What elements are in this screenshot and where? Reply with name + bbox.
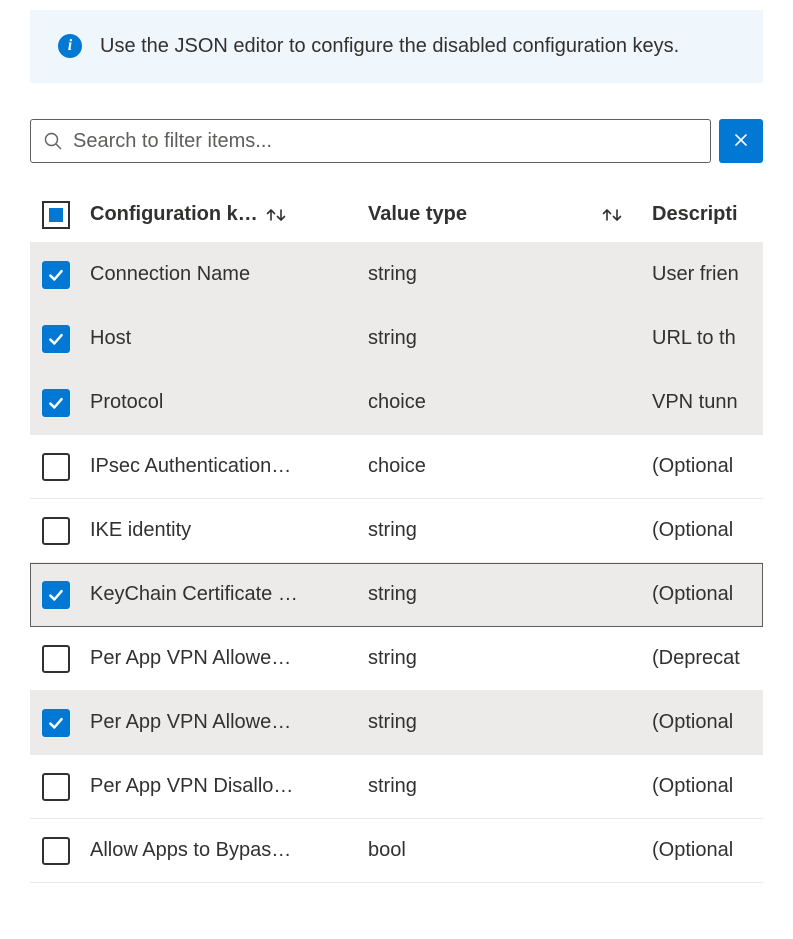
- search-row: [30, 119, 763, 163]
- row-checkbox[interactable]: [42, 261, 70, 289]
- table-row[interactable]: IPsec Authentication…choice(Optional: [30, 435, 763, 499]
- row-checkbox[interactable]: [42, 453, 70, 481]
- cell-description: (Optional: [652, 839, 763, 862]
- info-banner: i Use the JSON editor to configure the d…: [30, 10, 763, 83]
- cell-description: (Deprecat: [652, 647, 763, 670]
- column-header-value-type[interactable]: Value type: [368, 203, 652, 226]
- column-header-label: Configuration k…: [90, 203, 258, 226]
- search-box[interactable]: [30, 119, 711, 163]
- column-header-label: Descripti: [652, 203, 738, 226]
- clear-search-button[interactable]: [719, 119, 763, 163]
- table-row[interactable]: KeyChain Certificate …string(Optional: [30, 563, 763, 627]
- table-row[interactable]: HoststringURL to th: [30, 307, 763, 371]
- table-row[interactable]: Per App VPN Allowe…string(Deprecat: [30, 627, 763, 691]
- table-row[interactable]: IKE identitystring(Optional: [30, 499, 763, 563]
- cell-value-type: string: [368, 583, 652, 606]
- cell-config-key: Per App VPN Allowe…: [90, 647, 368, 670]
- cell-config-key: Per App VPN Allowe…: [90, 711, 368, 734]
- sort-icon: [264, 207, 288, 223]
- cell-value-type: string: [368, 711, 652, 734]
- row-checkbox[interactable]: [42, 389, 70, 417]
- search-icon: [43, 131, 63, 151]
- cell-description: (Optional: [652, 519, 763, 542]
- cell-value-type: bool: [368, 839, 652, 862]
- table-row[interactable]: Connection NamestringUser frien: [30, 243, 763, 307]
- cell-config-key: IKE identity: [90, 519, 368, 542]
- cell-value-type: string: [368, 775, 652, 798]
- cell-description: VPN tunn: [652, 391, 763, 414]
- cell-config-key: Connection Name: [90, 263, 368, 286]
- config-keys-table: Configuration k… Value type Descripti Co…: [30, 187, 763, 883]
- cell-description: (Optional: [652, 775, 763, 798]
- column-header-config-key[interactable]: Configuration k…: [90, 203, 368, 226]
- cell-description: URL to th: [652, 327, 763, 350]
- cell-config-key: KeyChain Certificate …: [90, 583, 368, 606]
- row-checkbox[interactable]: [42, 581, 70, 609]
- close-icon: [733, 132, 749, 151]
- column-header-description[interactable]: Descripti: [652, 203, 763, 226]
- cell-value-type: string: [368, 519, 652, 542]
- info-banner-text: Use the JSON editor to configure the dis…: [100, 32, 679, 61]
- cell-config-key: Allow Apps to Bypas…: [90, 839, 368, 862]
- cell-value-type: string: [368, 647, 652, 670]
- cell-config-key: Protocol: [90, 391, 368, 414]
- select-all-checkbox[interactable]: [42, 201, 70, 229]
- table-row[interactable]: Allow Apps to Bypas…bool(Optional: [30, 819, 763, 883]
- cell-config-key: IPsec Authentication…: [90, 455, 368, 478]
- cell-config-key: Host: [90, 327, 368, 350]
- cell-description: User frien: [652, 263, 763, 286]
- row-checkbox[interactable]: [42, 773, 70, 801]
- column-header-label: Value type: [368, 203, 467, 226]
- row-checkbox[interactable]: [42, 645, 70, 673]
- row-checkbox[interactable]: [42, 837, 70, 865]
- cell-value-type: choice: [368, 391, 652, 414]
- row-checkbox[interactable]: [42, 517, 70, 545]
- cell-value-type: string: [368, 263, 652, 286]
- sort-icon: [600, 207, 624, 223]
- cell-description: (Optional: [652, 455, 763, 478]
- table-row[interactable]: Per App VPN Disallo…string(Optional: [30, 755, 763, 819]
- cell-description: (Optional: [652, 711, 763, 734]
- cell-value-type: choice: [368, 455, 652, 478]
- row-checkbox[interactable]: [42, 709, 70, 737]
- info-icon: i: [58, 34, 82, 58]
- cell-description: (Optional: [652, 583, 763, 606]
- search-input[interactable]: [71, 129, 698, 154]
- cell-config-key: Per App VPN Disallo…: [90, 775, 368, 798]
- table-row[interactable]: ProtocolchoiceVPN tunn: [30, 371, 763, 435]
- table-row[interactable]: Per App VPN Allowe…string(Optional: [30, 691, 763, 755]
- table-header-row: Configuration k… Value type Descripti: [30, 187, 763, 243]
- row-checkbox[interactable]: [42, 325, 70, 353]
- cell-value-type: string: [368, 327, 652, 350]
